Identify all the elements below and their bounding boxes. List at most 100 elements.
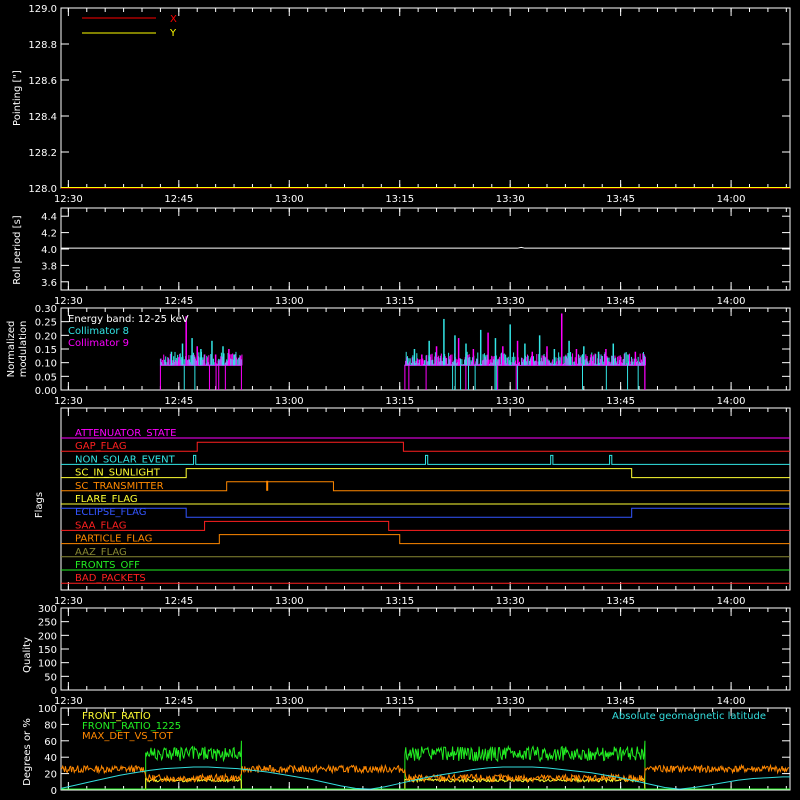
x-tick-label-modulation: 12:30 — [54, 396, 83, 407]
x-tick-label-flags: 13:15 — [385, 596, 414, 607]
x-tick-label-pointing: 14:00 — [717, 194, 746, 205]
x-tick-label-pointing: 13:00 — [275, 194, 304, 205]
y-tick-label-quality: 100 — [38, 659, 57, 670]
y-tick-label-quality: 50 — [44, 672, 57, 683]
x-tick-label-flags: 13:00 — [275, 596, 304, 607]
flag-label: SAA_FLAG — [75, 520, 126, 531]
y-tick-label-modulation: 0.05 — [35, 372, 57, 383]
x-tick-label-roll: 13:00 — [275, 296, 304, 307]
x-tick-label-roll: 13:45 — [606, 296, 635, 307]
x-tick-label-pointing: 12:30 — [54, 194, 83, 205]
legend-label-y: Y — [169, 28, 177, 39]
flag-label: SC_IN_SUNLIGHT — [75, 468, 161, 479]
x-tick-label-quality: 13:00 — [275, 696, 304, 707]
x-tick-label-roll: 13:30 — [496, 296, 525, 307]
ylabel-ratios: Degrees or % — [22, 718, 33, 786]
y-tick-label-pointing: 128.2 — [28, 148, 57, 159]
panels: 12:30 12:45 13:00 13:15 13:30 13:45 14:00 129.0… — [28, 4, 791, 797]
x-tick-label-roll: 14:00 — [717, 296, 746, 307]
flag-line — [61, 441, 790, 452]
plot-canvas: 12:30 12:45 13:00 13:15 13:30 13:45 14:00 129.0… — [6, 4, 791, 797]
x-tick-label-flags: 13:45 — [606, 596, 635, 607]
y-tick-label-roll: 4.0 — [41, 245, 57, 256]
x-tick-label-modulation: 13:00 — [275, 396, 304, 407]
y-tick-label-roll: 3.6 — [41, 278, 57, 289]
x-tick-label-flags: 12:45 — [164, 596, 193, 607]
x-tick-label-quality: 12:30 — [54, 696, 83, 707]
flag-line — [61, 468, 790, 479]
panel-frame-quality — [60, 607, 791, 691]
x-tick-label-quality: 12:45 — [164, 696, 193, 707]
x-tick-label-flags: 14:00 — [717, 596, 746, 607]
flag-label: AAZ_FLAG — [75, 547, 127, 558]
y-tick-label-quality: 0 — [51, 686, 57, 697]
y-tick-label-quality: 200 — [38, 631, 57, 642]
x-tick-label-flags: 13:30 — [496, 596, 525, 607]
x-tick-label-flags: 12:30 — [54, 596, 83, 607]
series-line-front-ratio-1225 — [404, 740, 646, 790]
ylabel-roll: Roll period [s] — [12, 215, 23, 284]
x-tick-label-modulation: 14:00 — [717, 396, 746, 407]
x-tick-label-pointing: 13:30 — [496, 194, 525, 205]
geomag-annotation: Absolute geomagnetic latitude — [612, 711, 766, 722]
flag-line — [61, 520, 790, 531]
ylabel-flags: Flags — [34, 492, 45, 518]
y-tick-label-ratios: 100 — [38, 704, 57, 715]
x-tick-label-roll: 12:45 — [164, 296, 193, 307]
y-tick-label-modulation: 0.15 — [35, 345, 57, 356]
y-tick-label-modulation: 0.10 — [35, 359, 57, 370]
x-tick-label-pointing: 13:45 — [606, 194, 635, 205]
x-tick-label-roll: 13:15 — [385, 296, 414, 307]
y-tick-label-roll: 4.4 — [41, 212, 57, 223]
y-tick-label-pointing: 128.0 — [28, 184, 57, 195]
y-tick-label-roll: 3.8 — [41, 261, 57, 272]
y-tick-label-quality: 150 — [38, 645, 57, 656]
flag-label: NON_SOLAR_EVENT — [75, 454, 176, 465]
flag-label: FLARE_FLAG — [75, 494, 138, 505]
y-tick-label-ratios: 60 — [44, 737, 57, 748]
modulation-baseline — [404, 364, 646, 390]
y-tick-label-pointing: 128.8 — [28, 40, 57, 51]
legend-label-collimator-9: Collimator 9 — [68, 338, 129, 349]
energy-band-label: Energy band: 12-25 keV — [68, 314, 189, 325]
x-tick-label-modulation: 13:15 — [385, 396, 414, 407]
series-line-front-ratio-1225 — [145, 740, 242, 790]
y-tick-label-ratios: 0 — [51, 786, 57, 797]
ylabel-modulation-line2: modulation — [18, 321, 29, 378]
y-tick-label-modulation: 0.00 — [35, 386, 57, 397]
x-tick-label-modulation: 12:45 — [164, 396, 193, 407]
flag-line — [61, 534, 790, 545]
flag-label: ECLIPSE_FLAG — [75, 507, 146, 518]
legend-label-max-det: MAX_DET_VS_TOT — [82, 731, 174, 742]
x-tick-label-quality: 14:00 — [717, 696, 746, 707]
y-tick-label-ratios: 80 — [44, 720, 57, 731]
x-tick-label-quality: 13:45 — [606, 696, 635, 707]
panel-frame-roll — [60, 207, 791, 291]
series-line-roll — [61, 246, 790, 249]
y-tick-label-roll: 4.2 — [41, 229, 57, 240]
y-tick-label-modulation: 0.30 — [35, 304, 57, 315]
y-tick-label-ratios: 20 — [44, 770, 57, 781]
series-line-front-ratio — [404, 776, 646, 791]
ylabel-modulation-line1: Normalized — [6, 321, 17, 378]
ylabel-quality: Quality — [22, 637, 33, 673]
flag-label: FRONTS_OFF — [75, 560, 140, 571]
y-tick-label-pointing: 129.0 — [28, 4, 57, 15]
modulation-baseline — [159, 364, 242, 390]
flag-label: BAD_PACKETS — [75, 573, 146, 584]
y-tick-label-modulation: 0.20 — [35, 331, 57, 342]
legend-label-x: X — [170, 14, 177, 25]
flag-line — [61, 481, 790, 492]
legend-label-collimator-8: Collimator 8 — [68, 326, 129, 337]
flag-label: PARTICLE_FLAG — [75, 534, 152, 545]
y-tick-label-pointing: 128.6 — [28, 76, 57, 87]
y-tick-label-modulation: 0.25 — [35, 318, 57, 329]
y-tick-label-pointing: 128.4 — [28, 112, 57, 123]
flag-line — [61, 507, 790, 518]
flag-label: ATTENUATOR_STATE — [75, 428, 176, 439]
y-tick-label-quality: 250 — [38, 618, 57, 629]
y-tick-label-quality: 300 — [38, 604, 57, 615]
x-tick-label-modulation: 13:45 — [606, 396, 635, 407]
x-tick-label-quality: 13:15 — [385, 696, 414, 707]
x-tick-label-pointing: 13:15 — [385, 194, 414, 205]
